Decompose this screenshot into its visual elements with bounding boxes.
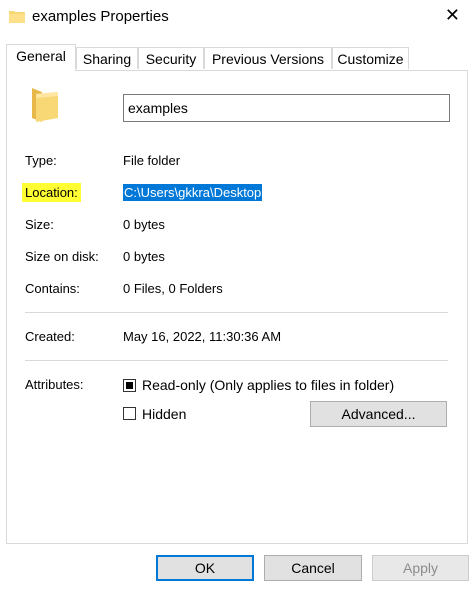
location-label: Location: <box>22 183 81 202</box>
hidden-checkbox[interactable] <box>123 407 136 420</box>
tab-security[interactable]: Security <box>138 47 204 69</box>
hidden-label[interactable]: Hidden <box>142 406 186 422</box>
ok-button[interactable]: OK <box>156 555 254 581</box>
size-value: 0 bytes <box>123 217 165 232</box>
type-value: File folder <box>123 153 181 168</box>
tab-customize[interactable]: Customize <box>332 47 409 69</box>
tab-general[interactable]: General <box>6 44 76 71</box>
size-on-disk-value: 0 bytes <box>123 249 165 264</box>
advanced-button[interactable]: Advanced... <box>310 401 447 427</box>
window-title: examples Properties <box>32 8 169 25</box>
readonly-checkbox[interactable] <box>123 379 136 392</box>
folder-icon <box>32 88 58 122</box>
tab-previous-versions[interactable]: Previous Versions <box>204 47 332 69</box>
size-label: Size: <box>25 217 54 232</box>
tab-strip: General Sharing Security Previous Versio… <box>6 44 468 71</box>
folder-icon <box>9 11 25 23</box>
apply-button[interactable]: Apply <box>372 555 469 581</box>
created-label: Created: <box>25 329 75 344</box>
location-value[interactable]: C:\Users\gkkra\Desktop <box>123 184 263 201</box>
title-bar: examples Properties ✕ <box>0 0 474 34</box>
readonly-label[interactable]: Read-only (Only applies to files in fold… <box>142 377 394 393</box>
close-icon[interactable]: ✕ <box>445 5 460 26</box>
type-label: Type: <box>25 153 57 168</box>
attributes-label: Attributes: <box>25 377 84 392</box>
divider <box>25 312 448 313</box>
tab-sharing[interactable]: Sharing <box>76 47 138 69</box>
created-value: May 16, 2022, 11:30:36 AM <box>123 329 282 344</box>
divider <box>25 360 448 361</box>
contains-label: Contains: <box>25 281 80 296</box>
folder-name-input[interactable] <box>123 94 450 122</box>
cancel-button[interactable]: Cancel <box>264 555 362 581</box>
contains-value: 0 Files, 0 Folders <box>123 281 223 296</box>
general-panel <box>6 70 468 544</box>
size-on-disk-label: Size on disk: <box>25 249 99 264</box>
